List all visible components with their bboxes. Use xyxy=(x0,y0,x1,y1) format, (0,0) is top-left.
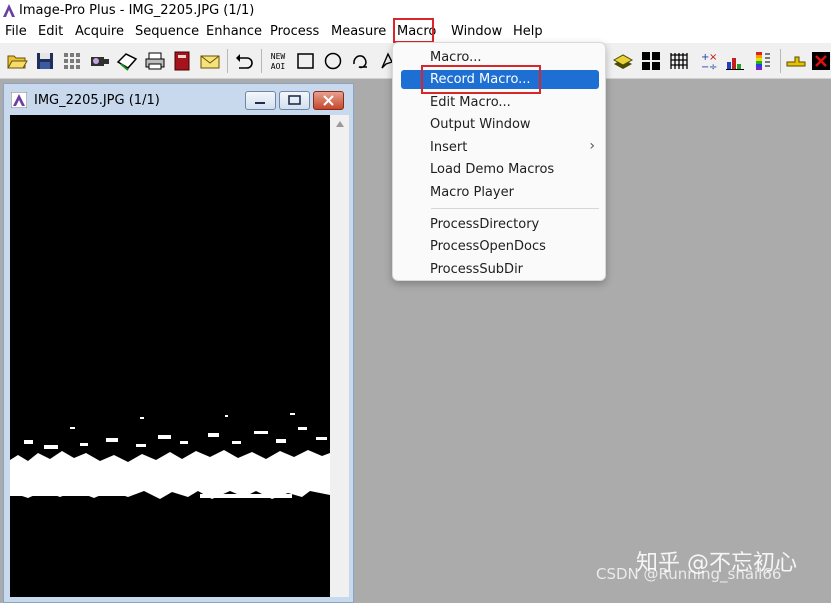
menu-file[interactable]: File xyxy=(5,24,27,39)
toolbar-separator xyxy=(227,49,228,73)
menu-item-label: Macro Player xyxy=(430,185,514,200)
math-icon[interactable]: + × − ÷ xyxy=(696,50,718,72)
svg-text:AOI: AOI xyxy=(271,62,286,71)
menu-item-load-demo-macros[interactable]: Load Demo Macros xyxy=(401,160,599,179)
menu-enhance[interactable]: Enhance xyxy=(206,24,262,39)
menu-item-label: ProcessOpenDocs xyxy=(430,239,546,254)
menu-measure[interactable]: Measure xyxy=(331,24,386,39)
maximize-button[interactable] xyxy=(279,91,310,110)
menu-item-macro-player[interactable]: Macro Player xyxy=(401,183,599,202)
color-bars-icon[interactable] xyxy=(752,50,774,72)
submenu-arrow-icon: › xyxy=(589,138,595,154)
macro-menu-annotation xyxy=(393,18,434,43)
menu-sequence[interactable]: Sequence xyxy=(135,24,199,39)
rectangle-icon[interactable] xyxy=(295,50,317,72)
window-title: Image-Pro Plus - IMG_2205.JPG (1/1) xyxy=(19,3,255,18)
image-window-title: IMG_2205.JPG (1/1) xyxy=(34,93,160,108)
hatch-icon[interactable] xyxy=(668,50,690,72)
scroll-up-arrow-icon[interactable] xyxy=(336,121,344,127)
image-window: IMG_2205.JPG (1/1) xyxy=(3,83,354,603)
menu-help[interactable]: Help xyxy=(513,24,543,39)
acquire-icon[interactable] xyxy=(116,50,138,72)
save-icon[interactable] xyxy=(34,50,56,72)
menu-item-label: ProcessDirectory xyxy=(430,217,540,232)
menu-item-process-sub-dir[interactable]: ProcessSubDir xyxy=(401,260,599,279)
menu-process[interactable]: Process xyxy=(270,24,319,39)
toolbar-separator xyxy=(261,49,262,73)
book-icon[interactable] xyxy=(171,50,193,72)
measure-icon[interactable] xyxy=(785,50,807,72)
histogram-icon[interactable] xyxy=(724,50,746,72)
image-window-icon xyxy=(10,91,28,112)
camera-icon[interactable] xyxy=(89,50,111,72)
menu-item-label: ProcessSubDir xyxy=(430,262,524,277)
freehand-icon[interactable] xyxy=(350,50,372,72)
menu-item-label: Edit Macro... xyxy=(430,95,511,110)
menu-item-label: Macro... xyxy=(430,50,482,65)
menu-item-edit-macro[interactable]: Edit Macro... xyxy=(401,93,599,112)
minimize-button[interactable] xyxy=(245,91,276,110)
svg-text:NEW: NEW xyxy=(271,52,286,61)
grid-icon[interactable] xyxy=(61,50,83,72)
menu-item-label: Output Window xyxy=(430,117,531,132)
menu-acquire[interactable]: Acquire xyxy=(75,24,124,39)
menu-item-process-directory[interactable]: ProcessDirectory xyxy=(401,215,599,234)
mail-icon[interactable] xyxy=(199,50,221,72)
print-icon[interactable] xyxy=(144,50,166,72)
binary-image xyxy=(10,413,330,499)
menu-item-output-window[interactable]: Output Window xyxy=(401,115,599,134)
app-icon xyxy=(2,3,16,22)
ellipse-icon[interactable] xyxy=(322,50,344,72)
menu-window[interactable]: Window xyxy=(451,24,502,39)
image-canvas[interactable] xyxy=(10,115,330,597)
quad-grid-icon[interactable] xyxy=(640,50,662,72)
menu-edit[interactable]: Edit xyxy=(38,24,63,39)
layers-icon[interactable] xyxy=(612,50,634,72)
new-aoi-icon[interactable]: NEW AOI xyxy=(267,50,289,72)
vertical-scrollbar[interactable] xyxy=(330,115,349,597)
record-macro-annotation xyxy=(421,65,541,94)
menu-item-label: Load Demo Macros xyxy=(430,162,555,177)
menu-item-process-open-docs[interactable]: ProcessOpenDocs xyxy=(401,237,599,256)
toolbar-separator xyxy=(780,49,781,73)
watermark-csdn: CSDN @Running_snail66 xyxy=(596,565,782,583)
undo-icon[interactable] xyxy=(233,50,255,72)
close-button[interactable] xyxy=(313,91,344,110)
menu-item-label: Insert xyxy=(430,140,468,155)
open-icon[interactable] xyxy=(6,50,28,72)
menu-item-insert[interactable]: Insert › xyxy=(401,138,599,157)
svg-text:÷: ÷ xyxy=(709,62,717,72)
close-icon[interactable] xyxy=(810,50,831,72)
menu-separator xyxy=(431,208,599,209)
